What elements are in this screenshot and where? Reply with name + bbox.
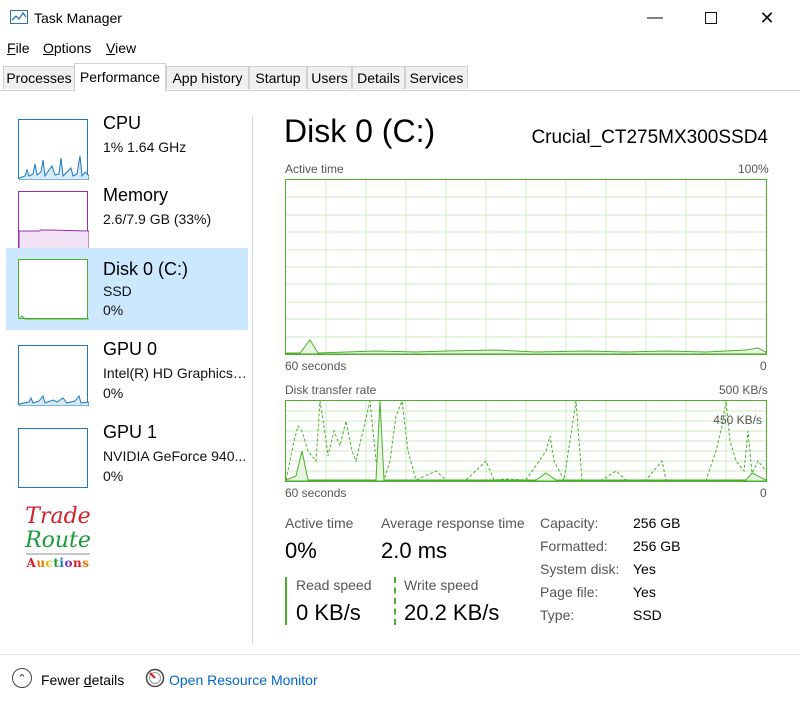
footer: ⌃ Fewer details Open Resource Monitor: [0, 654, 800, 709]
chevron-up-icon[interactable]: ⌃: [12, 668, 32, 688]
cpu-thumbnail-graph: [18, 119, 89, 180]
sidebar-item-title: CPU: [103, 113, 142, 133]
sidebar-item-subtitle: NVIDIA GeForce 940...: [103, 448, 247, 464]
menu-options[interactable]: Options: [43, 40, 91, 56]
page-file-value: Yes: [633, 584, 656, 600]
graph-time-label: 60 seconds: [285, 486, 347, 500]
tab-processes[interactable]: Processes: [3, 66, 75, 89]
maximize-button[interactable]: [688, 0, 734, 36]
type-value: SSD: [633, 607, 662, 623]
tab-bar: Processes Performance App history Startu…: [0, 63, 800, 91]
sidebar-item-gpu-0[interactable]: GPU 0 Intel(R) HD Graphics ... 0%: [6, 337, 248, 419]
page-title: Disk 0 (C:): [284, 113, 436, 149]
minimize-icon: —: [647, 9, 663, 26]
read-speed-label: Read speed: [296, 577, 372, 593]
disk-thumbnail-graph: [18, 259, 89, 320]
fewer-details-button[interactable]: Fewer details: [41, 672, 124, 688]
tab-startup[interactable]: Startup: [249, 66, 307, 89]
resource-monitor-icon: [145, 668, 165, 688]
response-time-value: 2.0 ms: [381, 538, 448, 563]
graph-min-label: 0: [760, 486, 767, 500]
tab-users[interactable]: Users: [307, 66, 352, 89]
type-label: Type:: [540, 607, 575, 623]
graph-min-label: 0: [760, 359, 767, 373]
window-title: Task Manager: [34, 10, 122, 26]
graph-time-label: 60 seconds: [285, 359, 347, 373]
formatted-value: 256 GB: [633, 538, 681, 554]
active-time-graph: [285, 179, 767, 355]
logo-text-route: Route: [25, 528, 91, 553]
logo-text-trade: Trade: [25, 504, 91, 529]
tab-app-history[interactable]: App history: [166, 66, 249, 89]
minimize-button[interactable]: —: [632, 0, 678, 36]
formatted-label: Formatted:: [540, 538, 608, 554]
title-bar: Task Manager — ✕: [0, 0, 800, 36]
sidebar-item-title: Memory: [103, 185, 169, 205]
tab-details[interactable]: Details: [352, 66, 405, 89]
sidebar-item-subtitle: SSD: [103, 283, 132, 299]
sidebar-item-subtitle: 2.6/7.9 GB (33%): [103, 211, 212, 227]
transfer-rate-graph: 450 KB/s: [285, 400, 767, 482]
close-button[interactable]: ✕: [744, 0, 790, 36]
write-speed-indicator: [394, 577, 396, 625]
menu-view[interactable]: View: [106, 40, 136, 56]
active-time-value: 0%: [285, 538, 317, 563]
trade-route-logo: Trade Route Auctions: [22, 504, 94, 571]
sidebar-item-disk-0[interactable]: Disk 0 (C:) SSD 0%: [6, 248, 248, 330]
maximize-icon: [705, 12, 717, 24]
open-resource-monitor-link[interactable]: Open Resource Monitor: [169, 672, 318, 688]
graph-max-label: 100%: [738, 162, 769, 176]
system-disk-value: Yes: [633, 561, 656, 577]
graph-max-label: 500 KB/s: [719, 383, 768, 397]
panel-divider: [252, 115, 253, 645]
gpu0-thumbnail-graph: [18, 345, 89, 406]
capacity-value: 256 GB: [633, 515, 681, 531]
capacity-label: Capacity:: [540, 515, 599, 531]
sidebar-item-value: 0%: [103, 468, 124, 484]
page-file-label: Page file:: [540, 584, 599, 600]
sidebar-item-title: GPU 1: [103, 422, 158, 442]
read-speed-indicator: [285, 577, 287, 625]
sidebar-item-cpu[interactable]: CPU 1% 1.64 GHz: [6, 111, 248, 193]
sidebar-item-subtitle: Intel(R) HD Graphics ...: [103, 365, 248, 381]
write-speed-label: Write speed: [404, 577, 479, 593]
graph-label-active-time: Active time: [285, 162, 344, 176]
close-icon: ✕: [759, 7, 775, 28]
response-time-label: Average response time: [381, 515, 525, 531]
read-speed-value: 0 KB/s: [296, 600, 361, 625]
logo-text-auctions: Auctions: [26, 556, 90, 570]
system-disk-label: System disk:: [540, 561, 620, 577]
graph-label-transfer-rate: Disk transfer rate: [285, 383, 377, 397]
graph-scale-label: 450 KB/s: [713, 413, 762, 427]
sidebar-item-title: Disk 0 (C:): [103, 259, 188, 279]
memory-thumbnail-graph: [18, 191, 89, 252]
write-speed-value: 20.2 KB/s: [404, 600, 500, 625]
tab-services[interactable]: Services: [405, 66, 468, 89]
menu-file[interactable]: File: [7, 40, 30, 56]
menu-bar: File Options View: [0, 37, 800, 61]
sidebar-item-value: 0%: [103, 302, 124, 318]
disk-model: Crucial_CT275MX300SSD4: [531, 127, 768, 148]
task-manager-icon: [10, 10, 28, 24]
active-time-label: Active time: [285, 515, 354, 531]
sidebar-item-value: 0%: [103, 385, 124, 401]
sidebar-item-subtitle: 1% 1.64 GHz: [103, 139, 187, 155]
tab-performance[interactable]: Performance: [74, 63, 166, 91]
sidebar-item-title: GPU 0: [103, 339, 158, 359]
sidebar-item-gpu-1[interactable]: GPU 1 NVIDIA GeForce 940... 0%: [6, 420, 248, 502]
gpu1-thumbnail-graph: [18, 428, 88, 488]
